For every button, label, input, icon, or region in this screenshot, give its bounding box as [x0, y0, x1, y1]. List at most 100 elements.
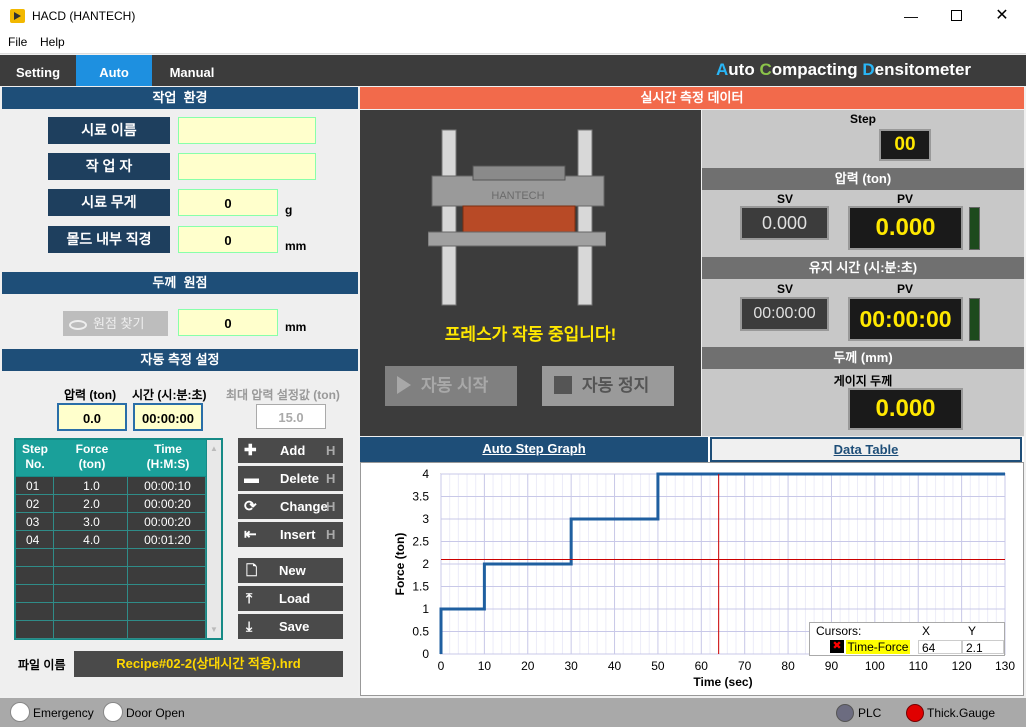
cell-step: 03: [16, 513, 54, 531]
force-time-chart[interactable]: 0 10 20 30 40 50 60 70 80 90 100 110 120 130 0 0.5 1 1.5 2…: [361, 463, 1023, 695]
load-button[interactable]: ⤒ Load: [238, 586, 343, 611]
cursor-x-value: 64: [918, 640, 962, 655]
graph-tab-bar: Auto Step Graph Data Table: [360, 437, 1024, 462]
pressure-header: 압력 (ton): [702, 168, 1024, 190]
table-row[interactable]: 03 3.0 00:00:20: [16, 513, 206, 531]
menu-file[interactable]: File: [8, 35, 27, 49]
y-tick-label: 1: [422, 602, 429, 616]
refresh-icon: ⟳: [244, 498, 257, 515]
y-tick-label: 2.5: [412, 535, 429, 549]
auto-stop-button[interactable]: 자동 정지: [542, 366, 674, 406]
table-row[interactable]: 04 4.0 00:01:20: [16, 531, 206, 549]
y-tick-label: 0: [422, 647, 429, 661]
table-row[interactable]: [16, 621, 206, 639]
cell-step: [16, 585, 54, 603]
plc-led: [836, 704, 854, 722]
x-tick-label: 70: [738, 659, 752, 673]
pressure-pv-display: 0.000: [848, 206, 963, 250]
max-pressure-label: 최대 압력 설정값 (ton): [226, 388, 340, 402]
table-row[interactable]: [16, 603, 206, 621]
hold-sv-label: SV: [777, 282, 794, 296]
thickness-header: 두께 (mm): [702, 347, 1024, 369]
pressure-sv-label: SV: [777, 192, 794, 206]
add-button[interactable]: ✚ Add H: [238, 438, 343, 463]
maximize-button[interactable]: [945, 8, 967, 24]
table-row[interactable]: 02 2.0 00:00:20: [16, 495, 206, 513]
x-tick-label: 0: [438, 659, 445, 673]
step-table-header: Step No. Force (ton) Time (H:M:S): [16, 440, 206, 476]
new-button[interactable]: 🗋 New: [238, 558, 343, 583]
door-led: [103, 702, 123, 722]
x-tick-label: 130: [995, 659, 1015, 673]
auto-start-button[interactable]: 자동 시작: [385, 366, 517, 406]
hold-pv-display: 00:00:00: [848, 297, 963, 341]
table-row[interactable]: [16, 567, 206, 585]
door-label: Door Open: [126, 706, 185, 720]
file-label: 파일 이름: [18, 658, 66, 672]
insert-button[interactable]: ⇤ Insert H: [238, 522, 343, 547]
load-icon: ⤒: [246, 590, 253, 606]
pressure-sv-display: 0.000: [740, 206, 829, 240]
close-button[interactable]: ✕: [990, 5, 1014, 25]
pressure-input[interactable]: 0.0: [57, 403, 127, 431]
col-time: Time (H:M:S): [146, 442, 190, 471]
file-name[interactable]: Recipe#02-2(상대시간 적용).hrd: [74, 651, 343, 677]
cell-step: 02: [16, 495, 54, 513]
app-icon: [10, 9, 25, 23]
y-tick-label: 4: [422, 467, 429, 481]
x-tick-label: 60: [695, 659, 709, 673]
cell-force: [56, 549, 128, 567]
change-button[interactable]: ⟳ Change H: [238, 494, 343, 519]
tab-auto-step-graph[interactable]: Auto Step Graph: [360, 437, 708, 462]
cursor-y-head: Y: [968, 624, 977, 638]
cell-force: [56, 603, 128, 621]
cell-force: 3.0: [56, 513, 128, 531]
table-row[interactable]: [16, 549, 206, 567]
tab-manual[interactable]: Manual: [152, 55, 232, 86]
auto-header: 자동 측정 설정: [2, 349, 358, 371]
x-tick-label: 10: [478, 659, 492, 673]
step-table[interactable]: Step No. Force (ton) Time (H:M:S) 01 1.0 00:0…: [14, 438, 223, 640]
weight-unit: g: [285, 203, 293, 217]
col-force: Force (ton): [75, 442, 109, 471]
cursor-name[interactable]: Time-Force: [846, 640, 910, 654]
table-row[interactable]: [16, 585, 206, 603]
max-pressure-value: 15.0: [256, 404, 326, 429]
minus-icon: ▬: [244, 470, 259, 487]
minimize-button[interactable]: —: [896, 8, 926, 24]
chart-panel: 0 10 20 30 40 50 60 70 80 90 100 110 120 130 0 0.5 1 1.5 2…: [360, 462, 1024, 696]
delete-button[interactable]: ▬ Delete H: [238, 466, 343, 491]
cell-step: 01: [16, 477, 54, 495]
new-file-icon: 🗋: [246, 562, 258, 578]
status-bar: Emergency Door Open PLC Thick.Gauge: [0, 698, 1026, 727]
emergency-led: [10, 702, 30, 722]
diameter-input[interactable]: 0: [178, 226, 278, 253]
weight-input[interactable]: 0: [178, 189, 278, 216]
plc-label: PLC: [858, 706, 882, 720]
origin-unit: mm: [285, 320, 307, 334]
pressure-indicator: [969, 207, 980, 250]
sample-name-input[interactable]: [178, 117, 316, 144]
press-image: HANTECH: [428, 129, 606, 306]
table-row[interactable]: 01 1.0 00:00:10: [16, 477, 206, 495]
press-panel: HANTECH 프레스가 작동 중입니다! 자동 시작 자동 정지: [360, 110, 701, 436]
origin-value: 0: [178, 309, 278, 336]
emergency-label: Emergency: [33, 706, 94, 720]
time-label: 시간 (시:분:초): [132, 388, 207, 402]
worker-input[interactable]: [178, 153, 316, 180]
x-tick-label: 80: [781, 659, 795, 673]
tab-data-table[interactable]: Data Table: [710, 437, 1022, 462]
title-bar: HACD (HANTECH) — ✕: [0, 0, 1026, 32]
tab-auto[interactable]: Auto: [76, 55, 152, 86]
plus-icon: ✚: [244, 442, 257, 459]
time-input[interactable]: 00:00:00: [133, 403, 203, 431]
save-button[interactable]: ⤓ Save: [238, 614, 343, 639]
tab-setting[interactable]: Setting: [0, 55, 76, 86]
menu-help[interactable]: Help: [40, 35, 65, 49]
x-tick-label: 50: [651, 659, 665, 673]
find-origin-button[interactable]: 원점 찾기: [63, 311, 168, 336]
table-scrollbar[interactable]: ▲ ▼: [207, 440, 221, 638]
cell-time: 00:00:20: [130, 495, 206, 513]
save-icon: ⤓: [246, 618, 253, 634]
cell-time: [130, 621, 206, 639]
